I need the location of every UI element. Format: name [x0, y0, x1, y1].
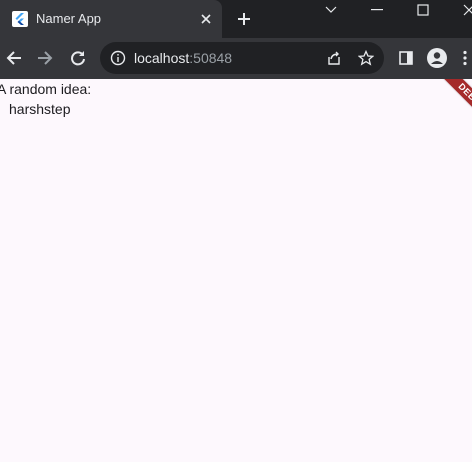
flutter-icon	[12, 11, 28, 27]
app-page: A random idea: harshstep DEBUG	[0, 79, 472, 462]
star-icon[interactable]	[357, 49, 375, 67]
browser-tab[interactable]: Namer App	[0, 0, 222, 38]
minimize-icon[interactable]	[357, 0, 397, 20]
random-idea-label: A random idea:	[0, 81, 92, 97]
random-word: harshstep	[9, 101, 71, 117]
chevron-down-icon[interactable]	[311, 0, 351, 20]
share-icon[interactable]	[325, 49, 343, 67]
debug-banner: DEBUG	[432, 79, 472, 138]
tab-strip: Namer App	[0, 0, 472, 38]
profile-icon[interactable]	[425, 46, 449, 70]
side-panel-icon[interactable]	[394, 46, 418, 70]
close-icon[interactable]	[198, 11, 214, 27]
back-icon[interactable]	[2, 46, 26, 70]
browser-toolbar: localhost:50848	[0, 38, 472, 79]
url-host: localhost	[134, 50, 190, 66]
info-icon[interactable]	[109, 49, 127, 67]
new-tab-icon[interactable]	[234, 9, 254, 29]
url-port: :50848	[189, 50, 233, 66]
forward-icon[interactable]	[33, 46, 57, 70]
tab-title: Namer App	[36, 11, 102, 26]
address-bar[interactable]: localhost:50848	[100, 42, 384, 74]
url-text[interactable]: localhost:50848	[134, 50, 232, 66]
menu-icon[interactable]	[458, 46, 472, 70]
reload-icon[interactable]	[66, 46, 90, 70]
window-close-icon[interactable]	[449, 0, 472, 20]
maximize-icon[interactable]	[403, 0, 443, 20]
